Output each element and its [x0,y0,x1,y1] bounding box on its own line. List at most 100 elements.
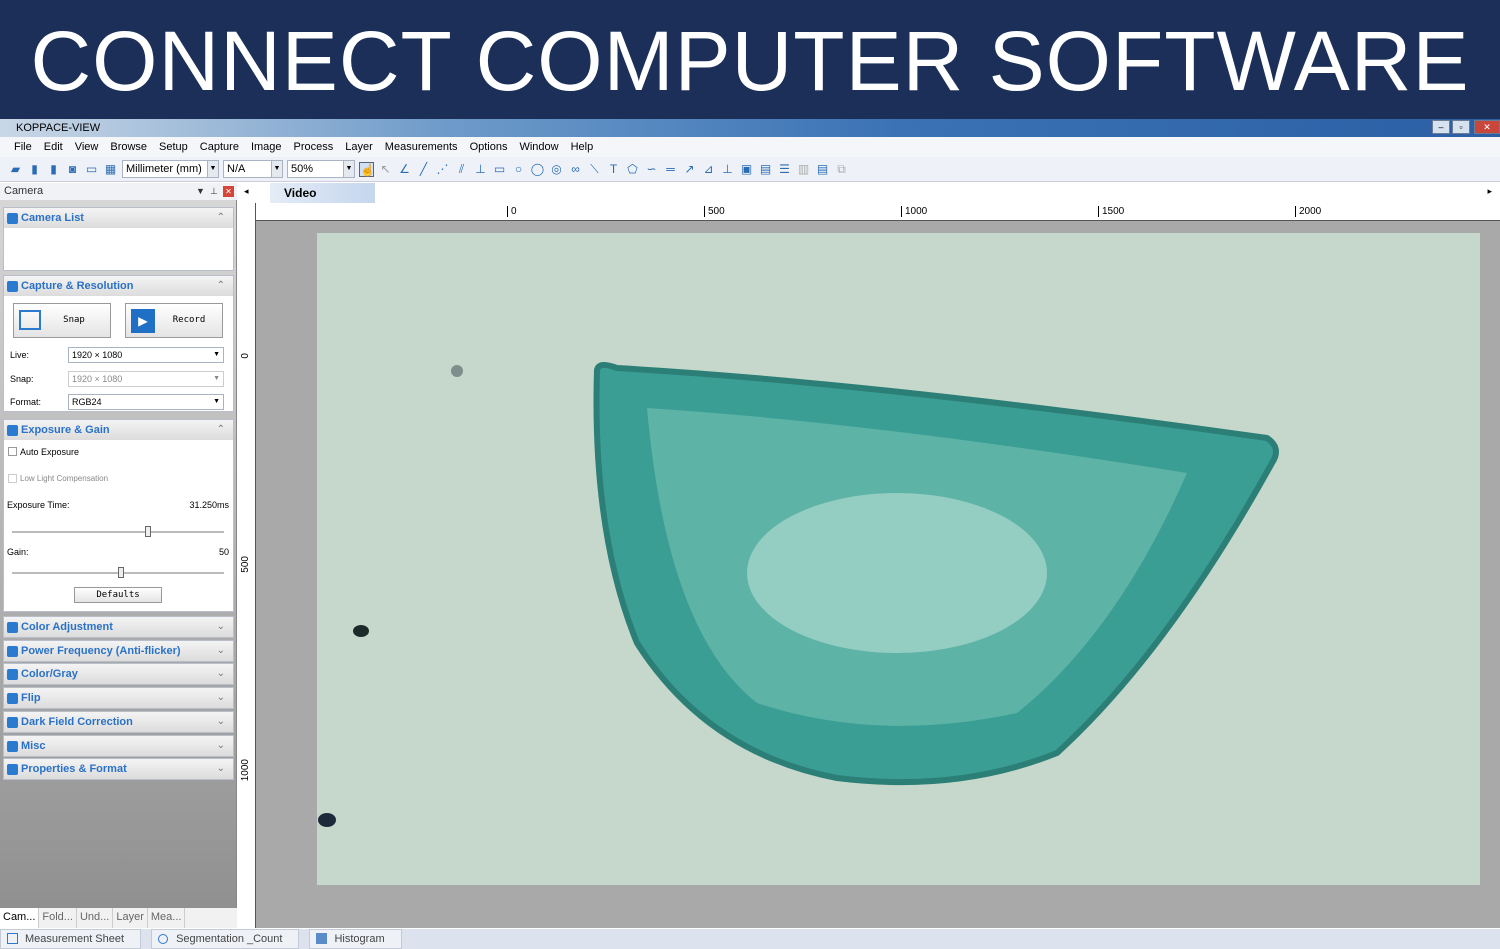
grid-icon[interactable]: ▦ [103,162,118,177]
line-icon[interactable]: ╱ [416,162,431,177]
export-icon[interactable]: ☰ [777,162,792,177]
report-icon[interactable]: ▤ [815,162,830,177]
text-icon[interactable]: T [606,162,621,177]
expand-icon[interactable]: ⌄ [217,712,225,732]
capture-header[interactable]: Capture & Resolution ⌃ [4,276,233,296]
perpendicular-icon[interactable]: ⊥ [473,162,488,177]
close-panel-icon[interactable]: ✕ [223,186,234,197]
parallel-icon[interactable]: ⫽ [454,162,469,177]
concentric-icon[interactable]: ◎ [549,162,564,177]
polygon-icon[interactable]: ⬠ [625,162,640,177]
menu-edit[interactable]: Edit [38,137,69,157]
scroll-left-icon[interactable]: ◂ [244,186,249,197]
scale-bar-icon[interactable]: ═ [663,162,678,177]
magnification-select[interactable]: N/A ▼ [223,160,283,178]
menu-browse[interactable]: Browse [104,137,153,157]
select-arrow-icon[interactable]: ↖ [378,162,393,177]
exposure-slider[interactable] [12,531,224,533]
close-button[interactable]: ✕ [1474,120,1500,134]
section-misc[interactable]: Misc ⌄ [3,734,234,757]
record-button[interactable]: ▶ Record [125,303,223,338]
tab-camera[interactable]: Cam... [0,908,40,928]
collapse-icon[interactable]: ⌃ [217,208,225,228]
sheet-icon[interactable]: ▥ [796,162,811,177]
zoom-select[interactable]: 50% ▼ [287,160,355,178]
exposure-header[interactable]: Exposure & Gain ⌃ [4,420,233,440]
expand-icon[interactable]: ⌄ [217,617,225,637]
section-header[interactable]: Power Frequency (Anti-flicker) ⌄ [4,640,233,661]
menu-view[interactable]: View [69,137,105,157]
section-power-frequency-anti-flicker[interactable]: Power Frequency (Anti-flicker) ⌄ [3,639,234,662]
tab-video[interactable]: Video [270,183,375,203]
section-color-gray[interactable]: Color/Gray ⌄ [3,663,234,686]
defaults-button[interactable]: Defaults [74,587,162,603]
ellipse-icon[interactable]: ○ [511,162,526,177]
collapse-icon[interactable]: ⌃ [217,276,225,296]
save-icon[interactable]: ▮ [27,162,42,177]
tab-measurement-sheet[interactable]: Measurement Sheet [0,929,142,949]
exposure-slider-thumb[interactable] [144,526,151,537]
menu-capture[interactable]: Capture [194,137,245,157]
menu-options[interactable]: Options [464,137,514,157]
curve-icon[interactable]: ⟍ [587,162,602,177]
minimize-button[interactable]: – [1432,120,1450,134]
format-select[interactable]: RGB24 ▼ [68,394,224,410]
unit-select[interactable]: Millimeter (mm) ▼ [122,160,219,178]
menu-layer[interactable]: Layer [339,137,379,157]
menu-file[interactable]: File [8,137,38,157]
two-circle-icon[interactable]: ∞ [568,162,583,177]
rectangle-icon[interactable]: ▭ [492,162,507,177]
live-resolution-select[interactable]: 1920 × 1080 ▼ [68,347,224,363]
tab-undo[interactable]: Und... [77,908,114,928]
tab-histogram[interactable]: Histogram [309,929,402,949]
browse-icon[interactable]: ▭ [84,162,99,177]
pin-icon[interactable]: ⊥ [210,183,218,200]
angle-icon[interactable]: ∠ [397,162,412,177]
section-dark-field-correction[interactable]: Dark Field Correction ⌄ [3,710,234,733]
section-header[interactable]: Dark Field Correction ⌄ [4,711,233,732]
tab-measurement[interactable]: Mea... [148,908,186,928]
fit-icon[interactable]: ▣ [739,162,754,177]
menu-image[interactable]: Image [245,137,288,157]
menu-measurements[interactable]: Measurements [379,137,464,157]
dropdown-icon[interactable]: ▼ [196,183,205,200]
arrow-icon[interactable]: ↗ [682,162,697,177]
section-header[interactable]: Properties & Format ⌄ [4,759,233,780]
low-light-checkbox[interactable] [8,474,17,483]
auto-exposure-checkbox[interactable] [8,447,17,456]
hand-pan-icon[interactable]: ☝ [359,161,375,177]
section-header[interactable]: Color Adjustment ⌄ [4,617,233,637]
circle-icon[interactable]: ◯ [530,162,545,177]
expand-icon[interactable]: ⌄ [217,664,225,684]
section-properties-format[interactable]: Properties & Format ⌄ [3,758,234,781]
collapse-icon[interactable]: ⌃ [217,420,225,440]
gain-slider-thumb[interactable] [118,567,124,578]
expand-icon[interactable]: ⌄ [217,759,225,779]
menu-setup[interactable]: Setup [153,137,194,157]
polyline-icon[interactable]: ⋰ [435,162,450,177]
menu-process[interactable]: Process [288,137,340,157]
popout-icon[interactable]: ⧉ [834,162,849,177]
scroll-right-icon[interactable]: ▸ [1487,186,1492,197]
align-icon[interactable]: ⊥ [720,162,735,177]
snap-resolution-select[interactable]: 1920 × 1080 ▼ [68,371,224,387]
maximize-button[interactable]: ▫ [1452,120,1470,134]
save-as-icon[interactable]: ▮ [46,162,61,177]
tab-segmentation-count[interactable]: Segmentation _Count [151,929,300,949]
section-color-adjustment[interactable]: Color Adjustment ⌄ [3,616,234,638]
open-icon[interactable]: ▰ [8,162,23,177]
expand-icon[interactable]: ⌄ [217,736,225,756]
section-header[interactable]: Flip ⌄ [4,688,233,709]
snap-button[interactable]: Snap [13,303,111,338]
camera-list-header[interactable]: Camera List ⌃ [4,208,233,228]
tab-folder[interactable]: Fold... [39,908,77,928]
expand-icon[interactable]: ⌄ [217,641,225,661]
calibrate-icon[interactable]: ⊿ [701,162,716,177]
layer-icon[interactable]: ▤ [758,162,773,177]
section-header[interactable]: Misc ⌄ [4,735,233,756]
expand-icon[interactable]: ⌄ [217,688,225,708]
section-flip[interactable]: Flip ⌄ [3,687,234,710]
section-header[interactable]: Color/Gray ⌄ [4,664,233,685]
menu-window[interactable]: Window [513,137,564,157]
tab-layer[interactable]: Layer [113,908,148,928]
